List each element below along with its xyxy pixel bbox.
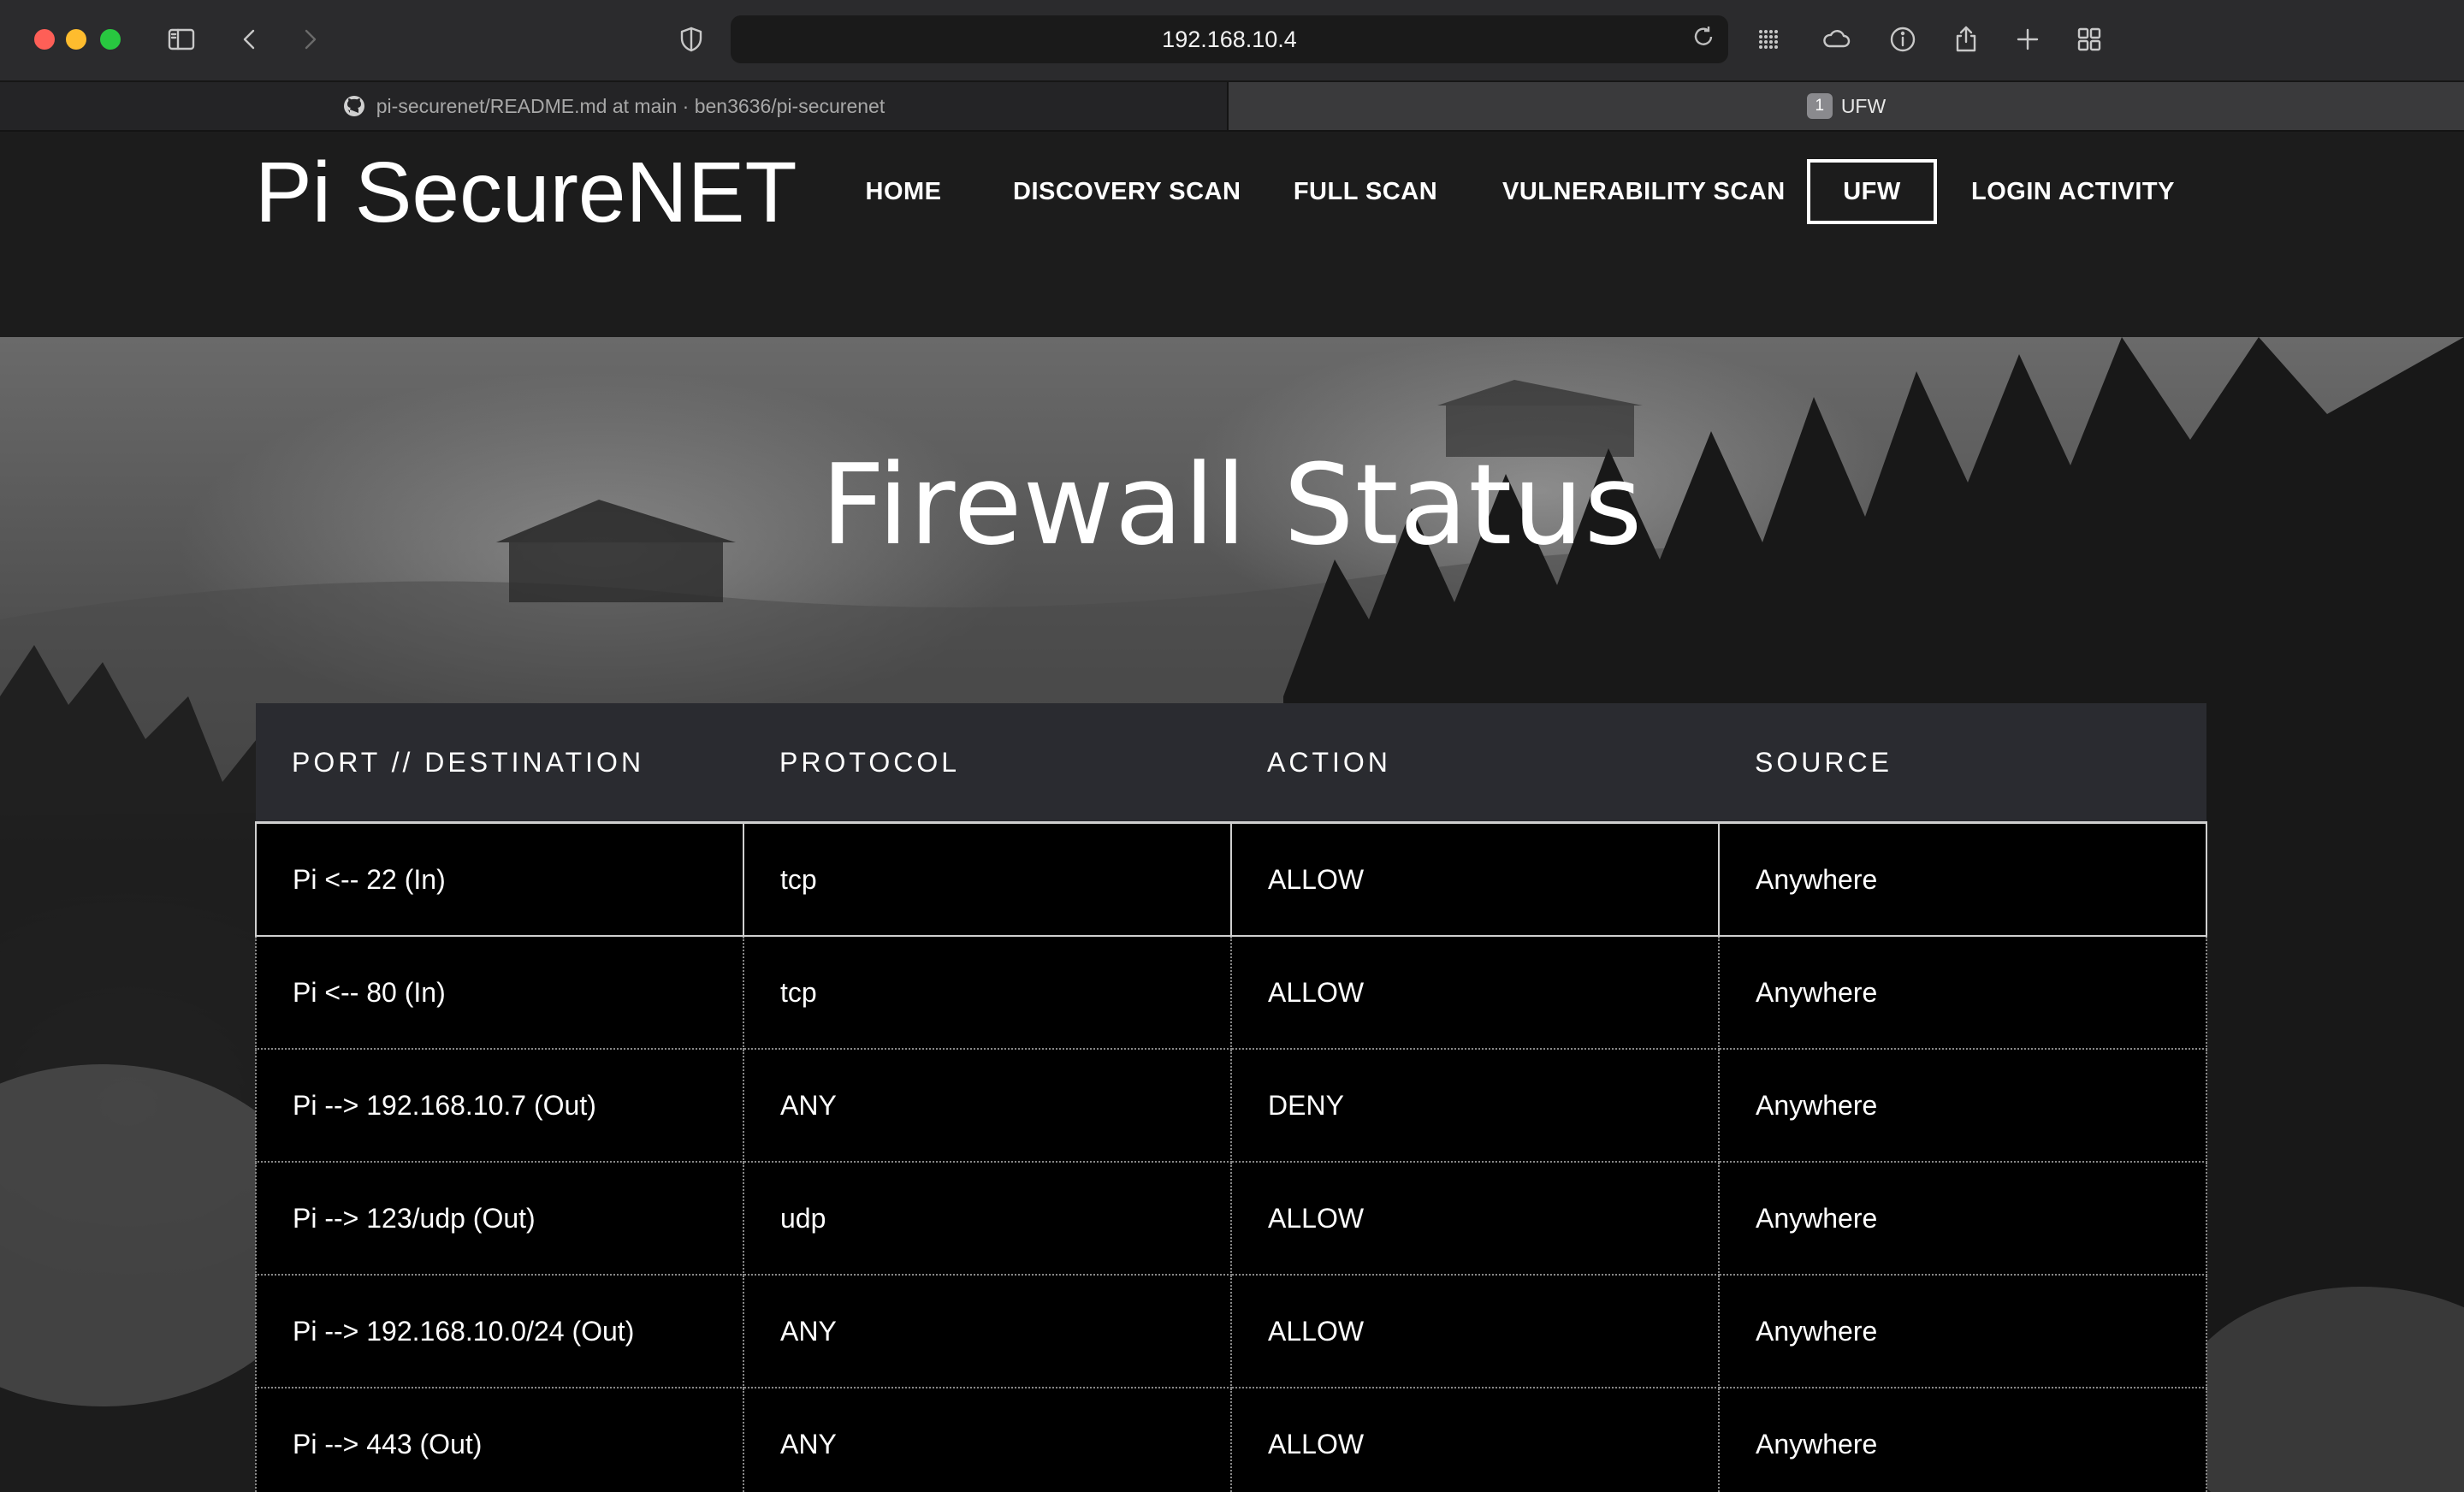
column-header-source: SOURCE (1719, 703, 2206, 824)
nav-vulnerability-scan[interactable]: VULNERABILITY SCAN (1502, 159, 1785, 224)
new-tab-icon[interactable] (2009, 21, 2046, 58)
sidebar-toggle-icon[interactable] (163, 21, 200, 58)
privacy-shield-icon[interactable] (672, 21, 710, 58)
cell-action: ALLOW (1230, 1388, 1720, 1492)
cell-protocol: udp (743, 1162, 1232, 1276)
cell-port-destination: Pi --> 123/udp (Out) (255, 1162, 744, 1276)
cell-action: ALLOW (1230, 936, 1720, 1050)
nav-login-activity[interactable]: LOGIN ACTIVITY (1969, 159, 2177, 224)
window-zoom-button[interactable] (100, 29, 121, 50)
cell-port-destination: Pi <-- 80 (In) (255, 936, 744, 1050)
address-text[interactable]: 192.168.10.4 (731, 15, 1728, 63)
table-row: Pi <-- 22 (In) tcp ALLOW Anywhere (255, 821, 2207, 937)
reload-icon[interactable] (1691, 24, 1721, 55)
github-icon (343, 96, 364, 116)
table-row: Pi --> 443 (Out) ANY ALLOW Anywhere (255, 1388, 2207, 1492)
forward-icon[interactable] (291, 21, 329, 58)
table-row: Pi --> 192.168.10.7 (Out) ANY DENY Anywh… (255, 1049, 2207, 1163)
nav-ufw[interactable]: UFW (1807, 159, 1937, 224)
table-row: Pi --> 192.168.10.0/24 (Out) ANY ALLOW A… (255, 1275, 2207, 1388)
cell-protocol: ANY (743, 1049, 1232, 1163)
tab-ufw-label: UFW (1840, 94, 1886, 117)
window-close-button[interactable] (34, 29, 55, 50)
column-header-port-destination: PORT // DESTINATION (256, 703, 743, 824)
cell-source: Anywhere (1718, 1162, 2207, 1276)
tab-ufw[interactable]: 1 UFW (1229, 82, 2464, 130)
cell-port-destination: Pi --> 443 (Out) (255, 1388, 744, 1492)
cell-source: Anywhere (1718, 1049, 2207, 1163)
nav-full-scan[interactable]: FULL SCAN (1290, 159, 1441, 224)
tab-github-readme-label: pi-securenet/README.md at main · ben3636… (376, 94, 886, 117)
extensions-grid-icon[interactable] (1750, 21, 1788, 58)
page-title: Firewall Status (820, 440, 1644, 570)
icloud-icon[interactable] (1817, 21, 1855, 58)
cell-action: ALLOW (1230, 821, 1720, 937)
site-header: Pi SecureNET HOME DISCOVERY SCAN FULL SC… (0, 132, 2464, 337)
cell-action: ALLOW (1230, 1162, 1720, 1276)
cell-source: Anywhere (1718, 936, 2207, 1050)
cell-port-destination: Pi <-- 22 (In) (255, 821, 744, 937)
tab-badge: 1 (1806, 93, 1833, 119)
share-icon[interactable] (1947, 21, 1985, 58)
table-row: Pi <-- 80 (In) tcp ALLOW Anywhere (255, 936, 2207, 1050)
cell-port-destination: Pi --> 192.168.10.0/24 (Out) (255, 1275, 744, 1388)
cell-action: ALLOW (1230, 1275, 1720, 1388)
cell-source: Anywhere (1718, 1275, 2207, 1388)
cell-source: Anywhere (1718, 1388, 2207, 1492)
nav-home[interactable]: HOME (857, 159, 950, 224)
cell-protocol: ANY (743, 1388, 1232, 1492)
tab-github-readme[interactable]: pi-securenet/README.md at main · ben3636… (0, 82, 1229, 130)
cell-protocol: tcp (743, 936, 1232, 1050)
table-header-row: PORT // DESTINATION PROTOCOL ACTION SOUR… (256, 703, 2206, 824)
window-minimize-button[interactable] (66, 29, 86, 50)
column-header-action: ACTION (1231, 703, 1719, 824)
hero-section: Firewall Status PORT // DESTINATION PROT… (0, 337, 2464, 1492)
firewall-rules-table: PORT // DESTINATION PROTOCOL ACTION SOUR… (255, 703, 2207, 1492)
address-bar[interactable]: 192.168.10.4 (731, 15, 1728, 63)
cell-action: DENY (1230, 1049, 1720, 1163)
site-logo[interactable]: Pi SecureNET (255, 137, 797, 248)
nav-discovery-scan[interactable]: DISCOVERY SCAN (1013, 159, 1241, 224)
tab-strip: pi-securenet/README.md at main · ben3636… (0, 82, 2464, 132)
browser-toolbar: 192.168.10.4 (0, 0, 2464, 82)
cell-protocol: ANY (743, 1275, 1232, 1388)
column-header-protocol: PROTOCOL (743, 703, 1231, 824)
tab-overview-icon[interactable] (2070, 21, 2108, 58)
cell-source: Anywhere (1718, 821, 2207, 937)
cell-port-destination: Pi --> 192.168.10.7 (Out) (255, 1049, 744, 1163)
info-icon[interactable] (1884, 21, 1922, 58)
table-row: Pi --> 123/udp (Out) udp ALLOW Anywhere (255, 1162, 2207, 1276)
cell-protocol: tcp (743, 821, 1232, 937)
back-icon[interactable] (231, 21, 269, 58)
